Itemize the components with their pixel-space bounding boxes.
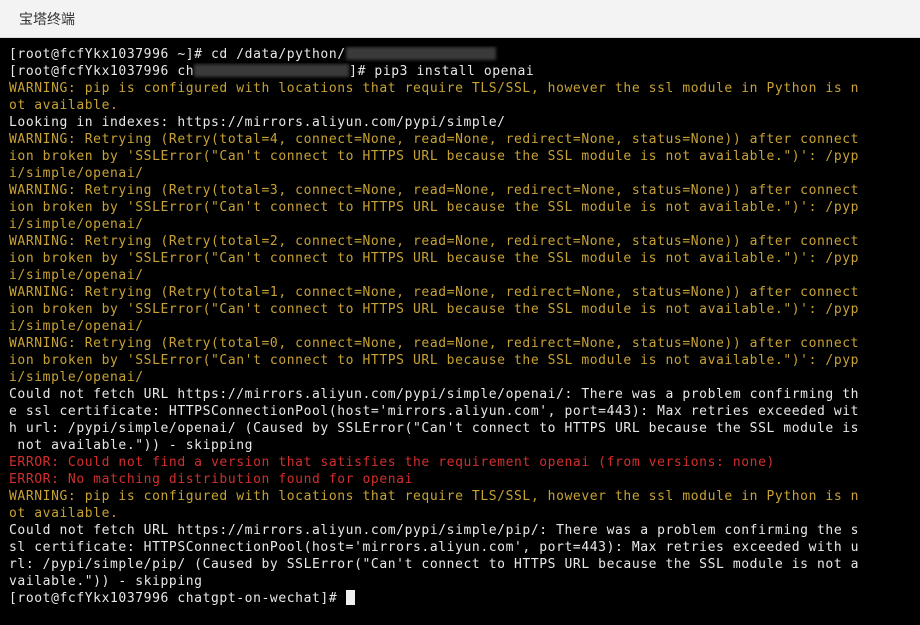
warning-line: ion broken by 'SSLError("Can't connect t…	[9, 149, 860, 164]
output-line: rl: /pypi/simple/pip/ (Caused by SSLErro…	[9, 557, 860, 572]
warning-line: ion broken by 'SSLError("Can't connect t…	[9, 200, 860, 215]
warning-line: WARNING: Retrying (Retry(total=3, connec…	[9, 183, 860, 198]
command-line: [root@fcfYkx1037996 ch ]# pip3 install op…	[9, 63, 920, 80]
output-line: h url: /pypi/simple/openai/ (Caused by S…	[9, 421, 860, 436]
command-text: [root@fcfYkx1037996 ~]# cd /data/python/	[9, 47, 346, 62]
warning-line: ion broken by 'SSLError("Can't connect t…	[9, 251, 860, 266]
prompt-prefix: [root@fcfYkx1037996 ch	[9, 64, 195, 79]
warning-line: i/simple/openai/	[9, 166, 144, 181]
warning-line: ot available.	[9, 98, 119, 113]
error-line: ERROR: No matching distribution found fo…	[9, 472, 413, 487]
warning-line: i/simple/openai/	[9, 217, 144, 232]
warning-line: WARNING: Retrying (Retry(total=4, connec…	[9, 132, 860, 147]
output-line: vailable.")) - skipping	[9, 574, 203, 589]
output-line: Could not fetch URL https://mirrors.aliy…	[9, 387, 860, 402]
command-line: [root@fcfYkx1037996 ~]# cd /data/python/	[9, 46, 920, 63]
text-cursor[interactable]	[345, 590, 355, 605]
output-line: e ssl certificate: HTTPSConnectionPool(h…	[9, 404, 860, 419]
warning-line: ion broken by 'SSLError("Can't connect t…	[9, 302, 860, 317]
warning-line: i/simple/openai/	[9, 370, 144, 385]
warning-line: ion broken by 'SSLError("Can't connect t…	[9, 353, 860, 368]
error-line: ERROR: Could not find a version that sat…	[9, 455, 775, 470]
warning-line: WARNING: pip is configured with location…	[9, 81, 860, 96]
warning-line: WARNING: Retrying (Retry(total=2, connec…	[9, 234, 860, 249]
terminal-output[interactable]: [root@fcfYkx1037996 ~]# cd /data/python/…	[0, 38, 920, 625]
output-line: not available.")) - skipping	[9, 438, 254, 453]
redacted-path	[345, 47, 496, 60]
output-line: sl certificate: HTTPSConnectionPool(host…	[9, 540, 860, 555]
prompt-text: [root@fcfYkx1037996 chatgpt-on-wechat]#	[9, 591, 346, 606]
window-title: 宝塔终端	[19, 11, 75, 28]
warning-line: i/simple/openai/	[9, 268, 144, 283]
title-bar: 宝塔终端	[0, 0, 920, 38]
warning-line: WARNING: pip is configured with location…	[9, 489, 860, 504]
warning-line: i/simple/openai/	[9, 319, 144, 334]
warning-line: WARNING: Retrying (Retry(total=1, connec…	[9, 285, 860, 300]
output-line: Could not fetch URL https://mirrors.aliy…	[9, 523, 860, 538]
terminal-window: 宝塔终端 [root@fcfYkx1037996 ~]# cd /data/py…	[0, 0, 920, 625]
warning-line: WARNING: Retrying (Retry(total=0, connec…	[9, 336, 860, 351]
current-prompt: [root@fcfYkx1037996 chatgpt-on-wechat]#	[9, 590, 920, 607]
command-text: ]# pip3 install openai	[349, 64, 535, 79]
redacted-dirname	[194, 64, 350, 77]
warning-line: ot available.	[9, 506, 119, 521]
output-line: Looking in indexes: https://mirrors.aliy…	[9, 115, 506, 130]
